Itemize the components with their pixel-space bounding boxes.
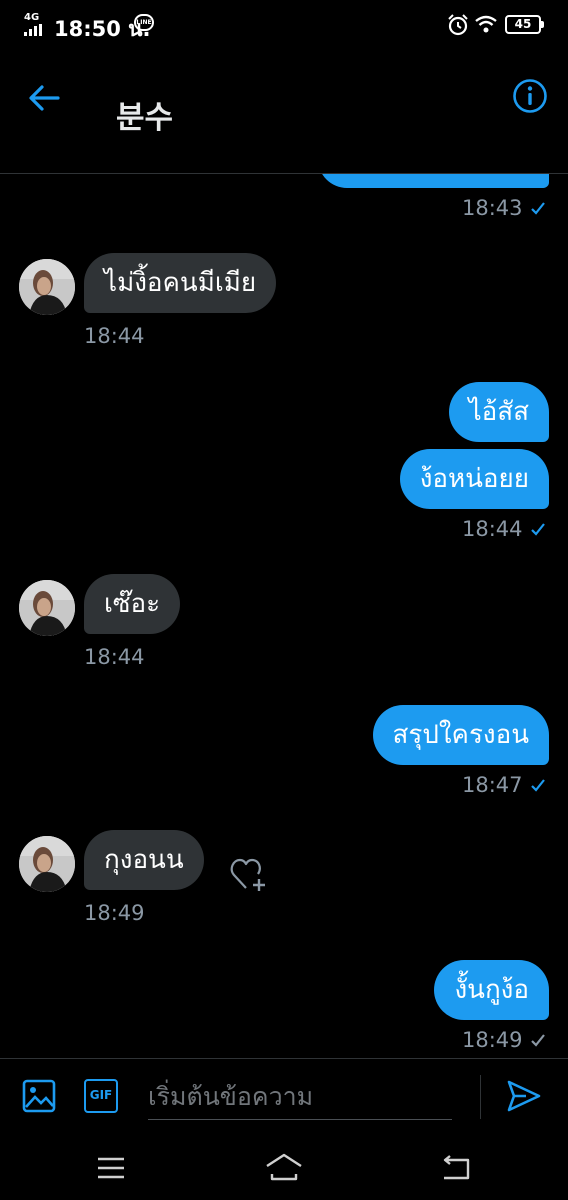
heart-add-icon[interactable] (230, 856, 270, 892)
message-timestamp: 18:47 (462, 773, 523, 797)
message-timestamp: 18:49 (84, 901, 145, 925)
image-icon[interactable] (22, 1079, 56, 1113)
info-icon[interactable] (512, 78, 548, 114)
avatar[interactable] (19, 580, 75, 636)
message-text: กุงอนน (104, 845, 184, 875)
avatar-photo (19, 580, 75, 636)
conversation-header: 분수 (0, 50, 568, 174)
message-input-placeholder: เริ่มต้นข้อความ (148, 1082, 314, 1111)
message-bubble-outgoing[interactable]: สรุปใครงอน (372, 705, 549, 765)
message-timestamp: 18:44 (84, 645, 145, 669)
back-nav-icon[interactable] (440, 1154, 472, 1182)
status-bar: 4G 18:50 น. LINE 45 (0, 0, 568, 50)
avatar-photo (19, 836, 75, 892)
message-bubble-incoming[interactable]: เซ๊อะ (84, 574, 181, 634)
sent-check-icon (531, 1034, 545, 1047)
message-text: ง้อหน่อยย (419, 464, 529, 494)
network-type: 4G (24, 12, 40, 23)
message-bubble-incoming[interactable]: กุงอนน (84, 830, 204, 890)
message-text: เซ๊อะ (104, 589, 161, 619)
message-timestamp: 18:44 (84, 324, 145, 348)
conversation-title: 분수 (116, 100, 174, 136)
read-check-icon (531, 523, 545, 536)
back-arrow-icon[interactable] (26, 80, 62, 116)
read-check-icon (531, 779, 545, 792)
message-timestamp: 18:49 (462, 1028, 523, 1052)
menu-icon[interactable] (96, 1156, 126, 1180)
home-icon[interactable] (264, 1152, 304, 1182)
message-bubble-outgoing[interactable]: งั้นกูง้อ (434, 960, 549, 1020)
message-bubble-incoming[interactable]: ไม่งิ้อคนมีเมีย (84, 253, 277, 313)
message-text: ไม่งิ้อคนมีเมีย (104, 268, 257, 298)
gif-label: GIF (89, 1088, 113, 1102)
message-bubble-outgoing[interactable]: ง้อหน่อยย (399, 449, 549, 509)
message-text: ไอ้สัส (468, 397, 529, 427)
avatar-photo (19, 259, 75, 315)
avatar[interactable] (19, 836, 75, 892)
gif-button[interactable]: GIF (84, 1079, 118, 1113)
avatar[interactable] (19, 259, 75, 315)
read-check-icon (531, 202, 545, 215)
message-composer: GIF เริ่มต้นข้อความ (0, 1058, 568, 1136)
message-text: งั้นกูง้อ (454, 975, 529, 1005)
message-text: สรุปใครงอน (392, 720, 529, 750)
line-app-icon: LINE (134, 14, 154, 31)
wifi-icon (475, 15, 497, 33)
system-navigation-bar (0, 1136, 568, 1200)
message-input[interactable]: เริ่มต้นข้อความ (148, 1077, 452, 1120)
composer-divider (480, 1075, 481, 1119)
message-timestamp: 18:43 (462, 196, 523, 220)
send-icon[interactable] (506, 1079, 542, 1113)
message-timestamp: 18:44 (462, 517, 523, 541)
battery-icon: 45 (505, 15, 544, 34)
message-bubble-outgoing[interactable]: ไอ้สัส (448, 382, 549, 442)
signal-icon (24, 24, 42, 36)
alarm-icon (448, 14, 468, 36)
